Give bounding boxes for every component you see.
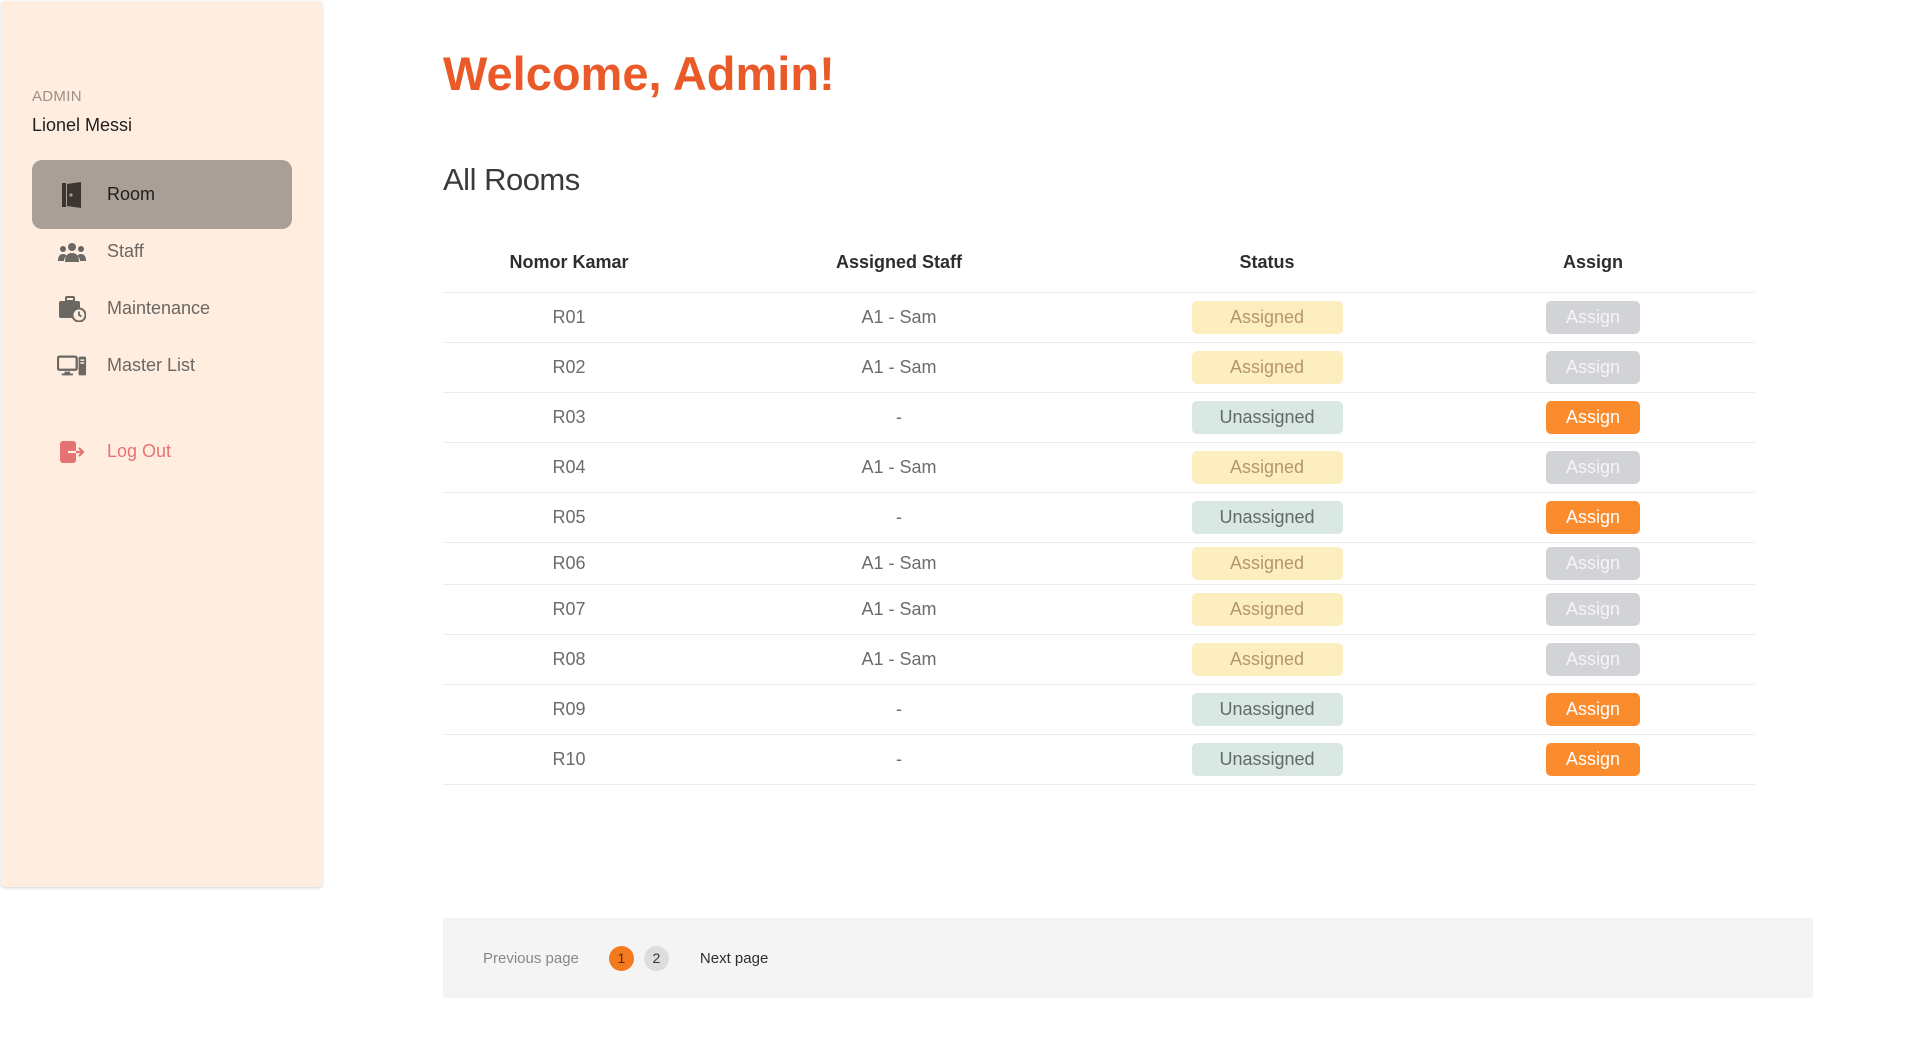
assigned-staff: - xyxy=(896,749,902,769)
sidebar-item-master-list[interactable]: Master List xyxy=(32,331,292,400)
room-number: R05 xyxy=(552,507,586,527)
page-title: Welcome, Admin! xyxy=(443,47,835,100)
table-row: R03 - Unassigned Assign xyxy=(443,393,1755,443)
room-number: R03 xyxy=(552,407,586,427)
assign-button[interactable]: Assign xyxy=(1546,451,1640,484)
assign-button[interactable]: Assign xyxy=(1546,643,1640,676)
user-name: Lionel Messi xyxy=(32,115,133,135)
next-page-link[interactable]: Next page xyxy=(700,950,768,967)
assign-button[interactable]: Assign xyxy=(1546,743,1640,776)
section-title: All Rooms xyxy=(443,162,580,197)
table-row: R05 - Unassigned Assign xyxy=(443,493,1755,543)
status-badge: Assigned xyxy=(1191,301,1343,334)
sidebar-item-label: Master List xyxy=(107,355,196,375)
status-badge: Unassigned xyxy=(1191,743,1343,776)
briefcase-clock-icon xyxy=(57,295,87,323)
status-badge: Assigned xyxy=(1191,593,1343,626)
table-row: R09 - Unassigned Assign xyxy=(443,685,1755,735)
desktop-icon xyxy=(57,352,87,380)
table-header: Nomor Kamar Assigned Staff Status Assign xyxy=(443,232,1755,293)
column-header-room: Nomor Kamar xyxy=(509,251,629,272)
status-badge: Unassigned xyxy=(1191,401,1343,434)
page-button-1[interactable]: 1 xyxy=(608,945,634,971)
logout-label: Log Out xyxy=(107,441,172,461)
table-row: R01 A1 - Sam Assigned Assign xyxy=(443,293,1755,343)
status-badge: Assigned xyxy=(1191,547,1343,580)
column-header-status: Status xyxy=(1239,251,1295,272)
room-number: R08 xyxy=(552,649,586,669)
room-number: R02 xyxy=(552,357,586,377)
assigned-staff: - xyxy=(896,407,902,427)
room-number: R10 xyxy=(552,749,586,769)
assign-button[interactable]: Assign xyxy=(1546,593,1640,626)
users-icon xyxy=(57,238,87,266)
assigned-staff: A1 - Sam xyxy=(861,457,937,477)
assign-button[interactable]: Assign xyxy=(1546,547,1640,580)
room-number: R09 xyxy=(552,699,586,719)
assigned-staff: A1 - Sam xyxy=(861,307,937,327)
assigned-staff: - xyxy=(896,699,902,719)
assigned-staff: - xyxy=(896,507,902,527)
sidebar-item-label: Room xyxy=(107,184,156,204)
table-body: R01 A1 - Sam Assigned Assign R02 A1 - Sam Assi… xyxy=(443,293,1755,785)
pagination: Previous page 1 2 Next page xyxy=(443,918,1813,998)
sidebar: ADMIN Lionel Messi Room Staff Maintenanc… xyxy=(1,1,322,887)
door-icon xyxy=(57,181,87,209)
room-number: R04 xyxy=(552,457,586,477)
room-number: R07 xyxy=(552,599,586,619)
table-row: R06 A1 - Sam Assigned Assign xyxy=(443,543,1755,585)
assign-button[interactable]: Assign xyxy=(1546,501,1640,534)
table-row: R04 A1 - Sam Assigned Assign xyxy=(443,443,1755,493)
room-number: R01 xyxy=(552,307,586,327)
logout-icon xyxy=(57,438,87,466)
status-badge: Assigned xyxy=(1191,643,1343,676)
table-row: R02 A1 - Sam Assigned Assign xyxy=(443,343,1755,393)
assigned-staff: A1 - Sam xyxy=(861,599,937,619)
assign-button[interactable]: Assign xyxy=(1546,693,1640,726)
assigned-staff: A1 - Sam xyxy=(861,649,937,669)
previous-page-link[interactable]: Previous page xyxy=(483,950,579,967)
status-badge: Unassigned xyxy=(1191,501,1343,534)
assign-button[interactable]: Assign xyxy=(1546,401,1640,434)
logout-button[interactable]: Log Out xyxy=(32,417,292,486)
assign-button[interactable]: Assign xyxy=(1546,301,1640,334)
table-row: R07 A1 - Sam Assigned Assign xyxy=(443,585,1755,635)
status-badge: Assigned xyxy=(1191,451,1343,484)
status-badge: Assigned xyxy=(1191,351,1343,384)
assigned-staff: A1 - Sam xyxy=(861,553,937,573)
sidebar-item-label: Maintenance xyxy=(107,298,211,318)
assign-button[interactable]: Assign xyxy=(1546,351,1640,384)
room-number: R06 xyxy=(552,553,586,573)
sidebar-item-label: Staff xyxy=(107,241,144,261)
rooms-table: Nomor Kamar Assigned Staff Status Assign… xyxy=(443,232,1755,785)
table-row: R08 A1 - Sam Assigned Assign xyxy=(443,635,1755,685)
table-row: R10 - Unassigned Assign xyxy=(443,735,1755,785)
column-header-assign: Assign xyxy=(1562,251,1623,272)
user-role: ADMIN xyxy=(32,88,82,105)
page-button-2[interactable]: 2 xyxy=(643,945,669,971)
column-header-staff: Assigned Staff xyxy=(835,251,963,272)
status-badge: Unassigned xyxy=(1191,693,1343,726)
assigned-staff: A1 - Sam xyxy=(861,357,937,377)
